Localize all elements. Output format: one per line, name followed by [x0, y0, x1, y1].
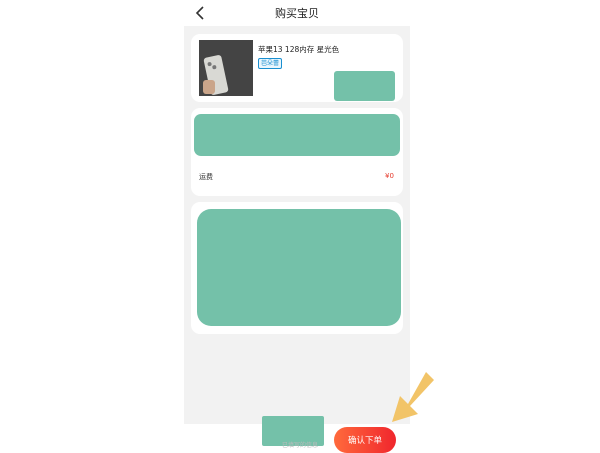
product-tag: 芭朵蕾	[258, 58, 283, 69]
product-image	[199, 40, 253, 96]
redacted-info-block	[197, 209, 401, 326]
product-title: 苹果13 128内存 星光色	[258, 45, 340, 54]
shipping-label: 运费	[199, 173, 213, 181]
redacted-address[interactable]	[194, 114, 400, 156]
phone-photo-icon	[199, 40, 253, 96]
annotation-arrow-icon	[392, 372, 434, 422]
redacted-price	[334, 71, 395, 101]
page-title: 购买宝贝	[275, 7, 319, 20]
shipping-value: ¥0	[385, 172, 394, 180]
footer-note: 已填写的信息	[282, 442, 319, 449]
confirm-order-button[interactable]: 确认下单	[334, 427, 396, 453]
